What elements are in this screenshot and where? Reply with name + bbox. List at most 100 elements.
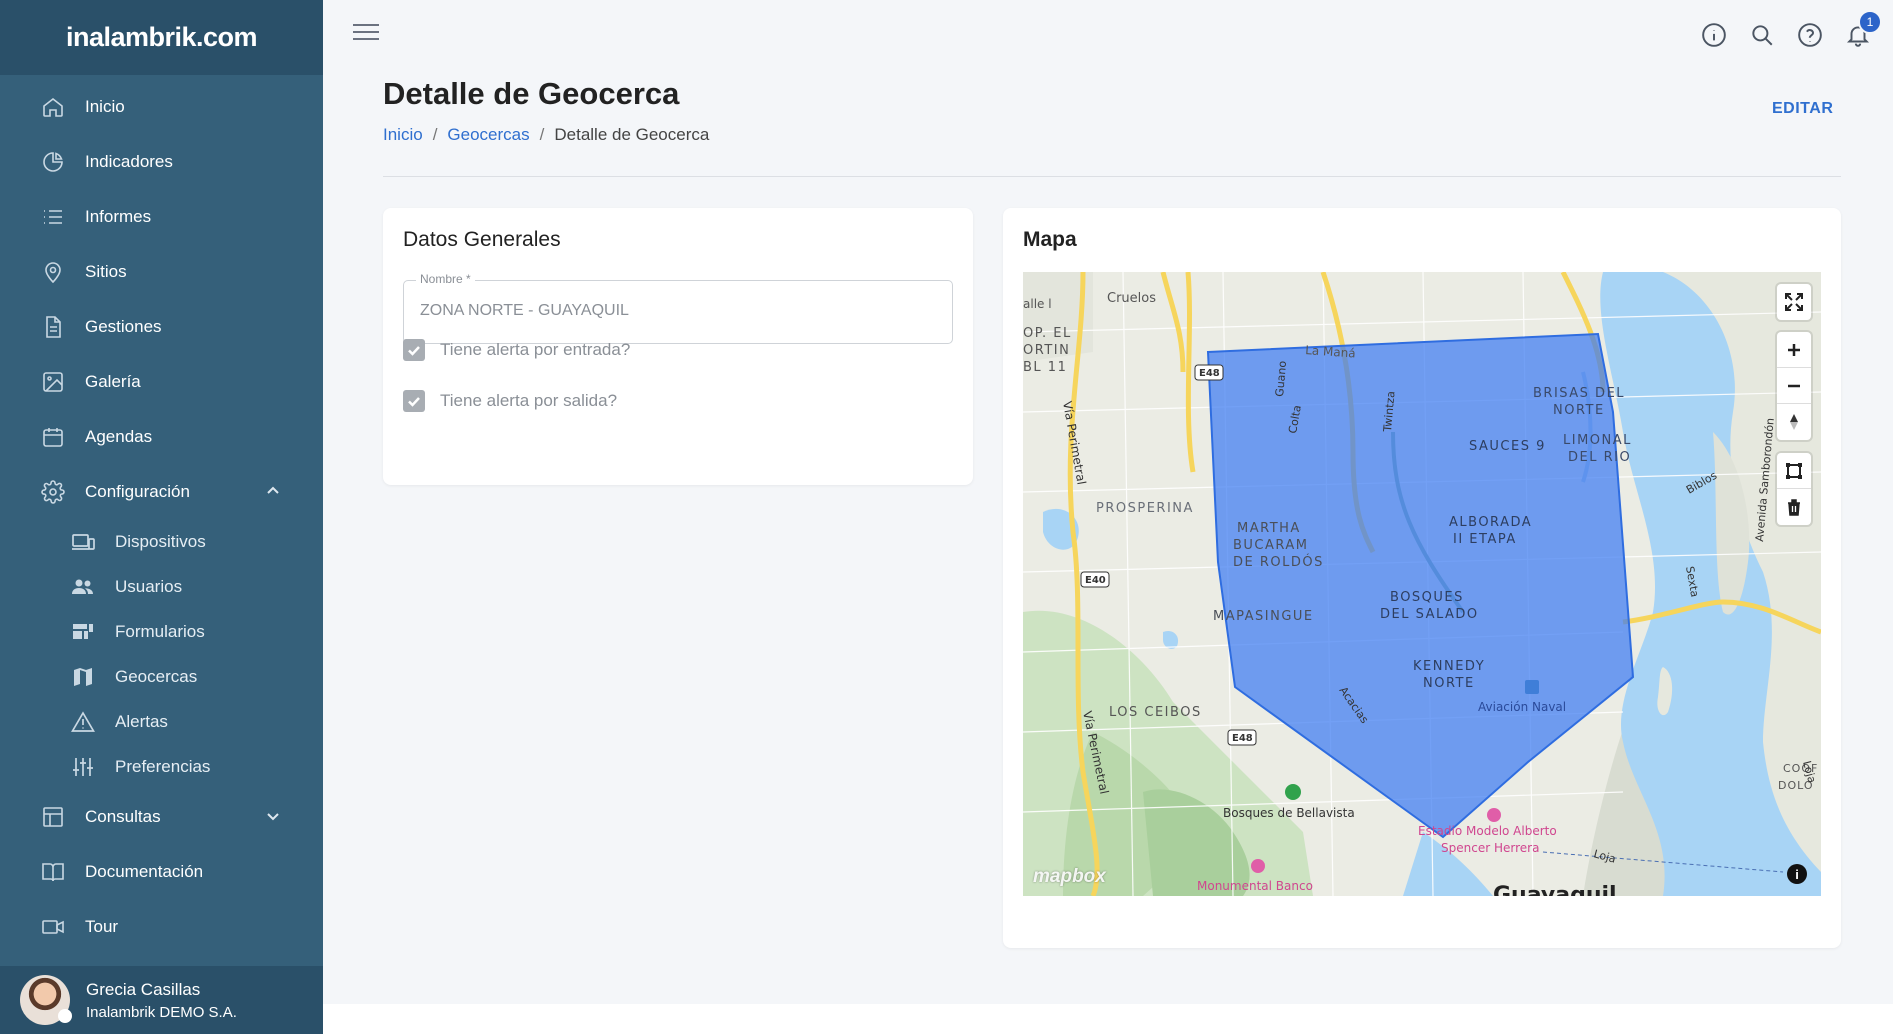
map-label: BOSQUES: [1390, 590, 1464, 605]
list-icon: [40, 204, 66, 230]
map-label: E48: [1232, 733, 1253, 744]
pie-chart-icon: [40, 149, 66, 175]
map-canvas[interactable]: Cruelos alle l OP. EL ORTIN BL 11 La Man…: [1023, 272, 1821, 896]
sidebar-item-informes[interactable]: Informes: [0, 189, 323, 244]
breadcrumb-separator: /: [539, 125, 545, 144]
sidebar-subitem-preferencias[interactable]: Preferencias: [0, 744, 323, 789]
sidebar-item-label: Inicio: [85, 96, 125, 116]
map-label: KENNEDY: [1413, 659, 1485, 674]
search-icon[interactable]: [1749, 22, 1775, 48]
sidebar-item-label: Consultas: [85, 806, 161, 826]
map-card: Mapa Cruelos alle l OP. EL ORTIN BL 11 L…: [1003, 208, 1841, 948]
breadcrumb-link-inicio[interactable]: Inicio: [383, 125, 423, 145]
breadcrumb-separator: /: [432, 125, 438, 144]
notification-badge: 1: [1858, 10, 1882, 34]
draw-controls: [1777, 453, 1811, 525]
sidebar-item-tour[interactable]: Tour: [0, 899, 323, 954]
sidebar-item-galeria[interactable]: Galería: [0, 354, 323, 409]
checkbox-checked-icon: [403, 390, 425, 412]
map-label: DEL RIO: [1568, 450, 1631, 465]
sidebar-item-indicadores[interactable]: Indicadores: [0, 134, 323, 189]
sidebar-item-documentacion[interactable]: Documentación: [0, 844, 323, 899]
sidebar: inalambrik.com Inicio Indicadores Inform…: [0, 0, 323, 1034]
map-label: E48: [1199, 368, 1220, 379]
table-icon: [40, 804, 66, 830]
name-input[interactable]: [420, 302, 920, 320]
menu-toggle-icon[interactable]: [353, 24, 379, 46]
alert-exit-label: Tiene alerta por salida?: [440, 391, 618, 410]
map-label: MARTHA: [1237, 521, 1301, 536]
card-title: Datos Generales: [403, 228, 561, 251]
map-label: MAPASINGUE: [1213, 609, 1314, 624]
map-pin-icon: [40, 259, 66, 285]
map-label: II ETAPA: [1453, 532, 1517, 547]
map-label: Spencer Herrera: [1441, 841, 1539, 855]
map-label: Bosques de Bellavista: [1223, 806, 1355, 820]
main-nav: Inicio Indicadores Informes Sitios Gesti…: [0, 75, 323, 954]
map-label: DE ROLDÓS: [1233, 554, 1324, 570]
header-divider: [383, 176, 1841, 177]
help-icon[interactable]: [1797, 22, 1823, 48]
sidebar-subitem-alertas[interactable]: Alertas: [0, 699, 323, 744]
chevron-up-icon: [265, 483, 281, 499]
sidebar-item-label: Gestiones: [85, 316, 162, 336]
status-dot: [58, 1009, 72, 1023]
fullscreen-button[interactable]: [1777, 284, 1811, 320]
sidebar-subitem-usuarios[interactable]: Usuarios: [0, 564, 323, 609]
sidebar-item-gestiones[interactable]: Gestiones: [0, 299, 323, 354]
alert-exit-checkbox[interactable]: Tiene alerta por salida?: [403, 390, 617, 412]
bell-icon[interactable]: 1: [1845, 10, 1882, 48]
alert-entry-label: Tiene alerta por entrada?: [440, 340, 631, 359]
sidebar-item-label: Agendas: [85, 426, 153, 446]
zoom-out-button[interactable]: [1777, 368, 1811, 404]
map-icon: [70, 665, 96, 689]
map-base-layer: Cruelos alle l OP. EL ORTIN BL 11 La Man…: [1023, 272, 1821, 896]
sidebar-subitem-geocercas[interactable]: Geocercas: [0, 654, 323, 699]
draw-polygon-button[interactable]: [1777, 453, 1811, 489]
zoom-in-button[interactable]: [1777, 332, 1811, 368]
sidebar-subitem-dispositivos[interactable]: Dispositivos: [0, 519, 323, 564]
avatar: [20, 975, 72, 1025]
brand-logo[interactable]: inalambrik.com: [66, 22, 258, 53]
calendar-icon: [40, 424, 66, 450]
alert-entry-checkbox[interactable]: Tiene alerta por entrada?: [403, 339, 630, 361]
sidebar-item-configuracion[interactable]: Configuración: [0, 464, 323, 519]
checkbox-checked-icon: [403, 339, 425, 361]
topbar-actions: 1: [1701, 10, 1882, 48]
user-org: Inalambrik DEMO S.A.: [86, 1003, 237, 1021]
devices-icon: [70, 530, 96, 554]
edit-button[interactable]: EDITAR: [1772, 100, 1833, 118]
map-attribution-info-icon[interactable]: i: [1787, 864, 1807, 884]
delete-shape-button[interactable]: [1777, 489, 1811, 525]
compass-button[interactable]: [1777, 404, 1811, 440]
name-field[interactable]: Nombre *: [403, 272, 953, 344]
info-icon[interactable]: [1701, 22, 1727, 48]
book-icon: [40, 859, 66, 885]
map-label: Guayaquil: [1493, 883, 1617, 896]
mapbox-logo[interactable]: mapbox: [1033, 866, 1106, 888]
sidebar-item-sitios[interactable]: Sitios: [0, 244, 323, 299]
topbar: 1: [323, 0, 1893, 70]
brand-header: inalambrik.com: [0, 0, 323, 75]
general-data-card: Datos Generales Nombre * Tiene alerta po…: [383, 208, 973, 485]
sidebar-item-agendas[interactable]: Agendas: [0, 409, 323, 464]
sidebar-item-label: Informes: [85, 206, 152, 226]
sidebar-item-consultas[interactable]: Consultas: [0, 789, 323, 844]
sidebar-subitem-formularios[interactable]: Formularios: [0, 609, 323, 654]
polygon-icon: [1786, 462, 1802, 479]
sidebar-subitem-label: Usuarios: [115, 576, 183, 596]
gear-icon: [40, 479, 66, 505]
document-icon: [40, 314, 66, 340]
sidebar-subitem-label: Alertas: [115, 711, 168, 731]
map-label: SAUCES 9: [1469, 439, 1546, 454]
map-label: Cruelos: [1107, 291, 1156, 306]
map-label: BRISAS DEL: [1533, 386, 1625, 401]
user-profile[interactable]: Grecia Casillas Inalambrik DEMO S.A.: [0, 966, 323, 1034]
warning-icon: [70, 710, 96, 734]
breadcrumb-link-geocercas[interactable]: Geocercas: [447, 125, 529, 145]
sidebar-item-inicio[interactable]: Inicio: [0, 79, 323, 134]
sidebar-item-label: Galería: [85, 371, 141, 391]
page-title: Detalle de Geocerca: [383, 76, 680, 111]
trash-icon: [1788, 499, 1800, 516]
compass-icon: [1790, 414, 1798, 430]
